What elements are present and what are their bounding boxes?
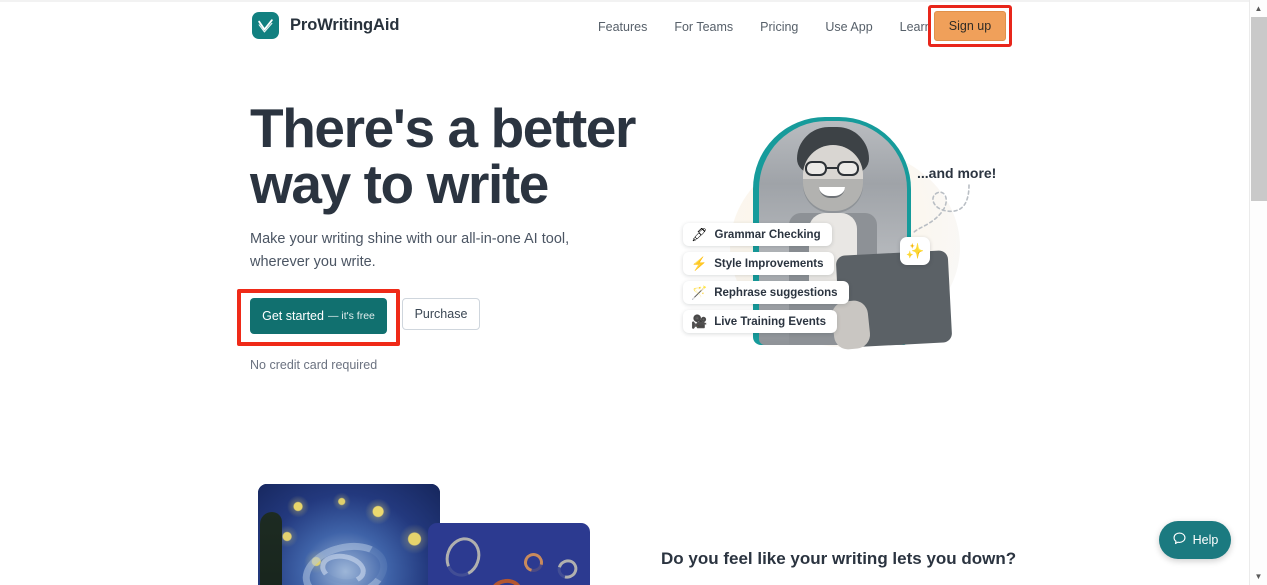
section-heading: Do you feel like your writing lets you d… xyxy=(661,549,1017,568)
and-more-annotation: ...and more! xyxy=(917,165,997,181)
help-label: Help xyxy=(1192,533,1219,547)
swirl-doodle xyxy=(520,549,547,576)
starry-night-artwork xyxy=(258,484,440,585)
get-started-button[interactable]: Get started — it's free xyxy=(250,298,387,334)
help-widget-button[interactable]: Help xyxy=(1159,521,1231,559)
hero-subheadline: Make your writing shine with our all-in-… xyxy=(250,231,570,270)
nav-item-use-app[interactable]: Use App xyxy=(825,16,872,38)
feature-pill-list: 🖋 Grammar Checking ⚡ Style Improvements … xyxy=(683,223,849,333)
brand-name: ProWritingAid xyxy=(290,16,400,34)
swirl-doodle xyxy=(554,555,581,583)
blue-swirl-artwork xyxy=(428,523,590,585)
nav-item-features[interactable]: Features xyxy=(598,16,647,38)
site-header: ProWritingAid Features For Teams Pricing… xyxy=(0,2,1249,50)
browser-page: ProWritingAid Features For Teams Pricing… xyxy=(0,0,1267,585)
nav-item-pricing[interactable]: Pricing xyxy=(760,16,798,38)
nav-item-for-teams[interactable]: For Teams xyxy=(674,16,733,38)
swirl-doodle xyxy=(487,576,525,585)
feature-pill-style-improvements: ⚡ Style Improvements xyxy=(683,252,835,275)
feature-pill-label: Style Improvements xyxy=(714,257,824,270)
feature-pill-label: Grammar Checking xyxy=(714,228,821,241)
video-camera-icon: 🎥 xyxy=(691,314,708,329)
cypress-tree xyxy=(260,511,282,585)
speech-bubble-icon xyxy=(1172,531,1187,549)
get-started-label: Get started xyxy=(262,309,324,323)
sign-up-button[interactable]: Sign up xyxy=(934,11,1006,41)
magic-wand-icon: 🪄 xyxy=(691,285,708,300)
nav-item-learn[interactable]: Learn xyxy=(900,16,932,38)
purchase-button[interactable]: Purchase xyxy=(402,298,480,330)
feature-pill-grammar-checking: 🖋 Grammar Checking xyxy=(683,223,832,246)
hero-headline: There's a better way to write xyxy=(250,97,636,215)
feature-pill-live-training-events: 🎥 Live Training Events xyxy=(683,310,838,333)
page-viewport: ProWritingAid Features For Teams Pricing… xyxy=(0,0,1249,585)
dashed-arrow-icon xyxy=(912,184,970,234)
feature-pill-label: Rephrase suggestions xyxy=(714,286,838,299)
scroll-down-arrow-icon[interactable]: ▼ xyxy=(1250,568,1267,585)
scroll-up-arrow-icon[interactable]: ▲ xyxy=(1250,0,1267,17)
vertical-scrollbar[interactable]: ▲ ▼ xyxy=(1249,0,1267,585)
lightning-icon: ⚡ xyxy=(691,256,708,271)
pen-icon: 🖋 xyxy=(691,227,708,242)
no-credit-card-note: No credit card required xyxy=(250,358,378,372)
feature-pill-rephrase-suggestions: 🪄 Rephrase suggestions xyxy=(683,281,849,304)
hero-illustration: ...and more! ✨ 🖋 Grammar Checking ⚡ Styl… xyxy=(655,105,1015,375)
prowritingaid-book-check-icon xyxy=(252,12,279,39)
get-started-free-suffix: — it's free xyxy=(327,310,375,322)
scrollbar-thumb[interactable] xyxy=(1251,17,1267,201)
feature-pill-label: Live Training Events xyxy=(714,315,827,328)
swirl-doodle xyxy=(440,532,486,582)
sparkle-badge-icon: ✨ xyxy=(900,237,930,265)
signup-button-group: Sign up xyxy=(928,5,1012,47)
person-glasses xyxy=(803,161,863,176)
brand-logo-link[interactable]: ProWritingAid xyxy=(252,12,399,39)
